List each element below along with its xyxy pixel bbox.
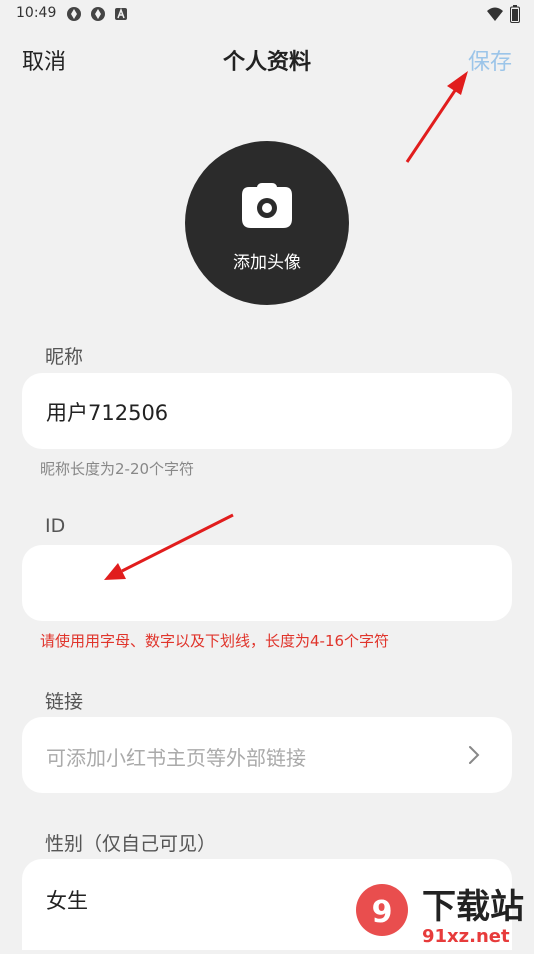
save-button[interactable]: 保存	[468, 44, 512, 76]
add-avatar-label: 添加头像	[233, 253, 301, 273]
nickname-value: 用户712506	[46, 401, 169, 425]
id-label: ID	[45, 515, 66, 537]
link-placeholder: 可添加小红书主页等外部链接	[46, 746, 306, 770]
gender-value: 女生	[46, 889, 88, 913]
id-error-message: 请使用用字母、数字以及下划线，长度为4-16个字符	[40, 632, 390, 650]
link-field[interactable]: 可添加小红书主页等外部链接	[22, 717, 512, 793]
annotation-arrow-save	[405, 71, 468, 163]
site-watermark: 9 下载站 91xz.net	[352, 880, 534, 950]
battery-icon	[510, 5, 520, 27]
link-label: 链接	[45, 691, 84, 713]
status-system-icons	[486, 5, 520, 27]
camera-icon	[241, 183, 293, 233]
status-time: 10:49	[16, 5, 57, 21]
add-avatar-button[interactable]: 添加头像	[185, 141, 349, 305]
watermark-domain: 91xz.net	[422, 926, 510, 947]
top-nav-bar: 取消 个人资料 保存	[0, 36, 534, 80]
gender-label: 性别（仅自己可见）	[45, 833, 217, 855]
status-notification-icons	[66, 6, 130, 22]
svg-text:9: 9	[372, 895, 393, 930]
chevron-right-icon	[468, 745, 480, 769]
watermark-text: 下载站	[422, 887, 524, 927]
nickname-field[interactable]: 用户712506	[22, 373, 512, 449]
wifi-icon	[486, 6, 504, 26]
page-title: 个人资料	[222, 50, 311, 75]
status-bar: 10:49	[0, 0, 534, 30]
sync-icon	[90, 6, 106, 22]
id-field[interactable]	[22, 545, 512, 621]
sync-icon	[66, 6, 82, 22]
nickname-hint: 昵称长度为2-20个字符	[40, 460, 195, 478]
app-a-icon	[114, 6, 130, 22]
nickname-label: 昵称	[45, 346, 84, 368]
